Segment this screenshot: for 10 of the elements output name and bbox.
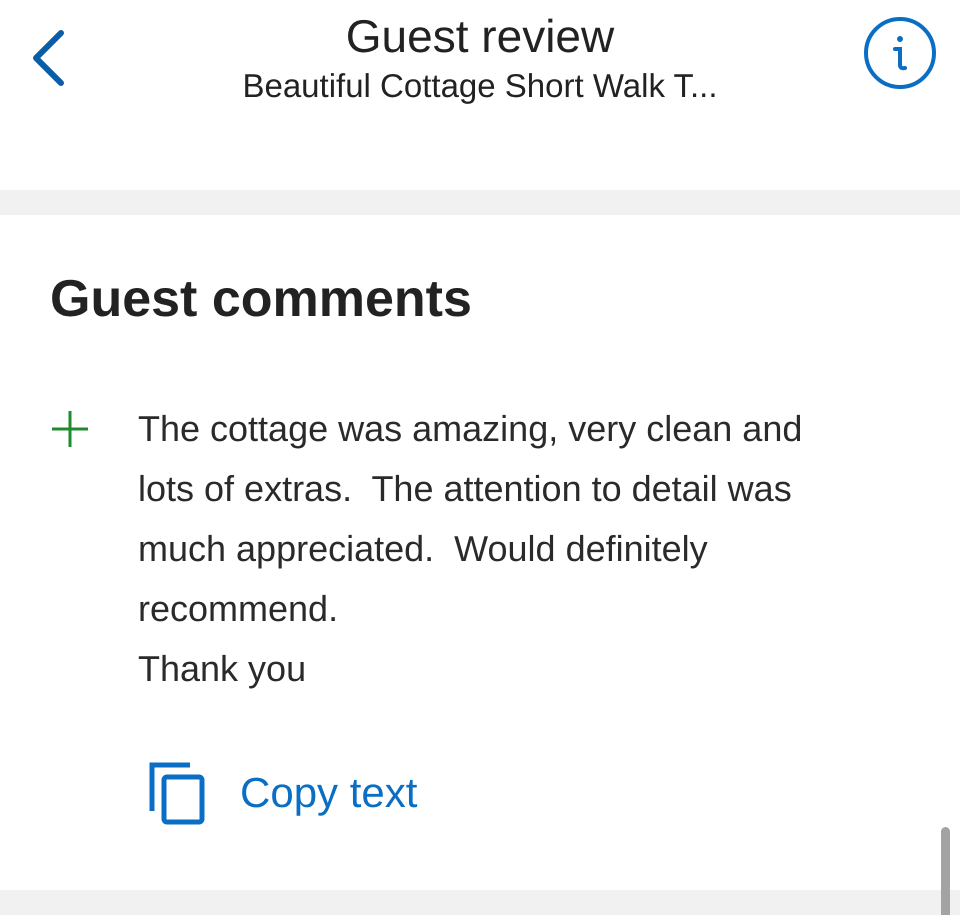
copy-icon (148, 761, 206, 825)
info-button[interactable] (862, 14, 938, 90)
info-icon (862, 14, 938, 90)
back-icon (31, 28, 65, 86)
copy-text-button[interactable]: Copy text (148, 761, 418, 825)
page-title: Guest review (346, 8, 614, 64)
plus-icon (50, 409, 90, 449)
listing-subtitle: Beautiful Cottage Short Walk T... (242, 66, 718, 106)
section-heading: Guest comments (50, 269, 473, 330)
comment-text: The cottage was amazing, very clean and lots of extras. The attention to detail was much appreciated. Would definitely recommend. Thank you (138, 407, 804, 691)
